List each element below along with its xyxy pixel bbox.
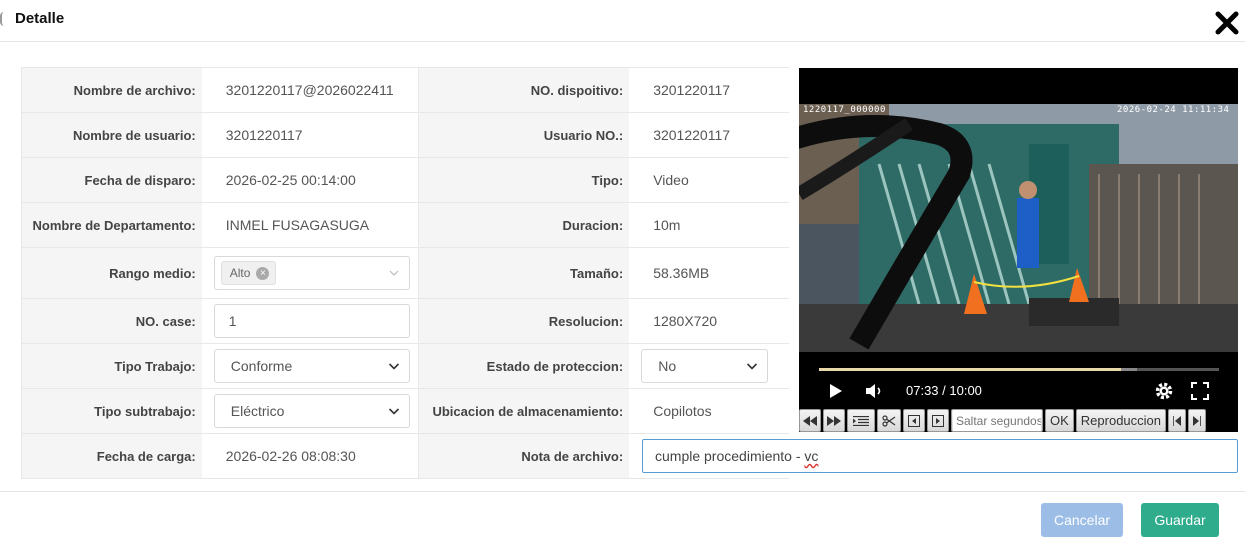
value-user-no: 3201220117 bbox=[629, 113, 790, 157]
range-multiselect[interactable]: Alto × bbox=[213, 256, 410, 290]
video-osd-left: 1220117_000000 bbox=[803, 105, 886, 115]
value-device-no: 3201220117 bbox=[629, 68, 790, 112]
cancel-button[interactable]: Cancelar bbox=[1041, 503, 1123, 537]
value-user-name: 3201220117 bbox=[201, 113, 420, 157]
video-frame bbox=[799, 104, 1238, 352]
work-type-cell: Conforme bbox=[201, 344, 420, 388]
label-file-note: Nota de archivo: bbox=[419, 434, 630, 478]
chevron-down-icon bbox=[389, 270, 399, 276]
detail-row: Fecha de disparo: 2026-02-25 00:14:00 Ti… bbox=[22, 158, 790, 203]
chevron-down-icon bbox=[388, 363, 399, 370]
label-case-no: NO. case: bbox=[22, 299, 202, 343]
case-no-cell: 1 bbox=[201, 299, 420, 343]
value-type: Video bbox=[629, 158, 790, 202]
label-subwork-type: Tipo subtrabajo: bbox=[22, 389, 202, 433]
subwork-type-select[interactable]: Eléctrico bbox=[213, 394, 410, 428]
label-upload-date: Fecha de carga: bbox=[22, 434, 202, 478]
playback-button[interactable]: Reproduccion bbox=[1075, 409, 1167, 432]
value-storage-location: Copilotos bbox=[629, 389, 790, 433]
label-trigger-date: Fecha de disparo: bbox=[22, 158, 202, 202]
save-button[interactable]: Guardar bbox=[1141, 503, 1219, 537]
protection-state-value: No bbox=[658, 358, 677, 374]
playlist-icon[interactable] bbox=[847, 409, 875, 432]
subwork-type-cell: Eléctrico bbox=[201, 389, 420, 433]
label-work-type: Tipo Trabajo: bbox=[22, 344, 202, 388]
value-file-name: 3201220117@2026022411 bbox=[201, 68, 420, 112]
detail-row: Tipo Trabajo: Conforme Estado de protecc… bbox=[22, 344, 789, 389]
ok-button[interactable]: OK bbox=[1045, 409, 1074, 432]
detail-grid: Nombre de archivo: 3201220117@2026022411… bbox=[21, 67, 790, 479]
seek-seconds-field[interactable] bbox=[951, 409, 1043, 432]
skip-start-icon[interactable] bbox=[1168, 409, 1187, 432]
work-type-value: Conforme bbox=[230, 358, 293, 374]
frame-forward-icon[interactable] bbox=[927, 409, 949, 432]
label-protection-state: Estado de proteccion: bbox=[419, 344, 630, 388]
scissors-icon[interactable] bbox=[877, 409, 901, 432]
seek-seconds-input[interactable] bbox=[953, 410, 1041, 431]
value-size: 58.36MB bbox=[629, 248, 790, 298]
value-duration: 10m bbox=[629, 203, 790, 247]
frame-back-icon[interactable] bbox=[903, 409, 925, 432]
protection-state-select[interactable]: No bbox=[641, 349, 769, 383]
work-type-select[interactable]: Conforme bbox=[213, 349, 410, 383]
chevron-down-icon bbox=[747, 363, 758, 370]
label-file-name: Nombre de archivo: bbox=[22, 68, 202, 112]
label-size: Tamaño: bbox=[419, 248, 630, 298]
video-player[interactable]: 1220117_000000 2026-02-24 11:11:34 07:33… bbox=[799, 68, 1238, 432]
value-department: INMEL FUSAGASUGA bbox=[201, 203, 420, 247]
value-upload-date: 2026-02-26 08:08:30 bbox=[201, 434, 420, 478]
label-device-no: NO. dispoitivo: bbox=[419, 68, 630, 112]
video-progress-fill bbox=[819, 368, 1121, 371]
dialog-body: Nombre de archivo: 3201220117@2026022411… bbox=[21, 67, 1241, 479]
value-resolution: 1280X720 bbox=[629, 299, 790, 343]
video-controls bbox=[799, 373, 1238, 407]
dialog-footer: Cancelar Guardar bbox=[0, 491, 1245, 543]
protection-state-cell: No bbox=[629, 344, 789, 388]
detail-row: Tipo subtrabajo: Eléctrico Ubicacion de … bbox=[22, 389, 790, 434]
player-toolbar: OK Reproduccion bbox=[799, 409, 1239, 433]
chevron-down-icon bbox=[388, 408, 399, 415]
detail-row: Nombre de archivo: 3201220117@2026022411… bbox=[22, 68, 790, 113]
value-trigger-date: 2026-02-25 00:14:00 bbox=[201, 158, 420, 202]
fast-forward-icon[interactable] bbox=[823, 409, 845, 432]
range-cell: Alto × bbox=[201, 248, 420, 298]
header-edge bbox=[0, 12, 4, 26]
volume-icon[interactable] bbox=[865, 383, 883, 399]
case-no-input[interactable]: 1 bbox=[213, 304, 410, 338]
skip-end-icon[interactable] bbox=[1188, 409, 1207, 432]
settings-icon[interactable] bbox=[1154, 381, 1174, 401]
dialog-title: Detalle bbox=[15, 10, 65, 27]
file-note-misspelled: vc bbox=[804, 448, 819, 464]
label-duration: Duracion: bbox=[419, 203, 630, 247]
label-storage-location: Ubicacion de almacenamiento: bbox=[419, 389, 630, 433]
detail-row: NO. case: 1 Resolucion: 1280X720 bbox=[22, 299, 790, 344]
label-department: Nombre de Departamento: bbox=[22, 203, 202, 247]
label-resolution: Resolucion: bbox=[419, 299, 630, 343]
play-icon[interactable] bbox=[829, 383, 843, 399]
detail-row: Nombre de usuario: 3201220117 Usuario NO… bbox=[22, 113, 790, 158]
close-icon[interactable] bbox=[1213, 9, 1241, 37]
label-user-name: Nombre de usuario: bbox=[22, 113, 202, 157]
label-user-no: Usuario NO.: bbox=[419, 113, 630, 157]
rewind-icon[interactable] bbox=[799, 409, 821, 432]
label-range: Rango medio: bbox=[22, 248, 202, 298]
range-tag: Alto × bbox=[220, 261, 277, 285]
fullscreen-icon[interactable] bbox=[1191, 382, 1209, 400]
label-type: Tipo: bbox=[419, 158, 630, 202]
detail-row: Nombre de Departamento: INMEL FUSAGASUGA… bbox=[22, 203, 790, 248]
file-note-input[interactable]: cumple procedimiento - vc bbox=[642, 439, 1238, 473]
subwork-type-value: Eléctrico bbox=[230, 403, 285, 419]
range-tag-label: Alto bbox=[229, 266, 251, 280]
video-time: 07:33 / 10:00 bbox=[906, 383, 982, 398]
detail-row: Rango medio: Alto × Tamaño: 58.36MB bbox=[22, 248, 790, 299]
file-note-text: cumple procedimiento - bbox=[655, 448, 805, 464]
video-osd-right: 2026-02-24 11:11:34 bbox=[1117, 105, 1230, 115]
detail-dialog: Detalle Nombre de archivo: 3201220117@20… bbox=[0, 0, 1245, 543]
dialog-header: Detalle bbox=[0, 0, 1245, 42]
video-progress-bar[interactable] bbox=[819, 368, 1219, 371]
remove-tag-icon[interactable]: × bbox=[256, 266, 270, 280]
